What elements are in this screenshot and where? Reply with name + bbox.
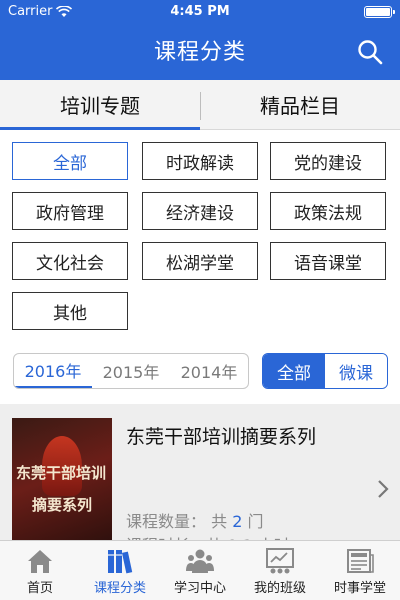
tabbar-item-course-category[interactable]: 课程分类 [80, 541, 160, 600]
course-count: 课程数量： 共 2 门 [126, 508, 264, 532]
topic-chip-songhu[interactable]: 松湖学堂 [142, 242, 258, 280]
course-item[interactable]: 东莞干部培训 摘要系列 东莞干部培训摘要系列 课程数量： 共 2 门 课程时长：… [0, 404, 400, 540]
search-icon[interactable] [356, 38, 384, 66]
books-icon [108, 550, 133, 574]
newspaper-icon [347, 549, 374, 573]
course-title: 东莞干部培训摘要系列 [126, 426, 317, 448]
year-option-2014[interactable]: 2014年 [170, 354, 248, 388]
thumbnail-text-line1: 东莞干部培训 [16, 464, 107, 482]
topic-chip-audio[interactable]: 语音课堂 [270, 242, 386, 280]
type-option-all[interactable]: 全部 [263, 354, 325, 388]
tab-featured-columns[interactable]: 精品栏目 [200, 80, 400, 129]
tabbar-item-current-affairs[interactable]: 时事学堂 [320, 541, 400, 600]
page-title: 课程分类 [153, 40, 246, 65]
battery-icon [364, 6, 395, 18]
topic-chip-culture[interactable]: 文化社会 [12, 242, 128, 280]
topic-chip-all[interactable]: 全部 [12, 142, 128, 180]
chevron-right-icon [378, 480, 389, 498]
status-bar: Carrier 4:45 PM [0, 0, 400, 24]
tab-training-topics[interactable]: 培训专题 [0, 80, 200, 130]
home-icon [28, 550, 52, 573]
tabbar-label-my-class: 我的班级 [253, 581, 306, 596]
topic-chip-party-building[interactable]: 党的建设 [270, 142, 386, 180]
course-count-label: 课程数量： [126, 512, 207, 531]
app-header: Carrier 4:45 PM 课程分类 [0, 0, 400, 80]
year-filter: 2016年 2015年 2014年 [13, 353, 249, 389]
topic-chip-economy[interactable]: 经济建设 [142, 192, 258, 230]
year-option-2016[interactable]: 2016年 [14, 354, 92, 388]
type-option-micro[interactable]: 微课 [325, 354, 387, 388]
tabbar-item-my-class[interactable]: 我的班级 [240, 541, 320, 600]
course-count-prefix: 共 [211, 512, 228, 531]
status-time: 4:45 PM [170, 4, 230, 19]
year-option-2015[interactable]: 2015年 [92, 354, 170, 388]
topic-chip-policy-law[interactable]: 政策法规 [270, 192, 386, 230]
type-filter: 全部 微课 [262, 353, 388, 389]
course-count-value: 2 [232, 512, 243, 531]
course-duration: 课程时长：共 0.1 小时 [126, 532, 290, 540]
tabbar-item-learning-center[interactable]: 学习中心 [160, 541, 240, 600]
tabbar-label-current-affairs: 时事学堂 [333, 581, 386, 596]
bottom-tab-bar: 首页 课程分类 学习中心 我的班级 时事学堂 [0, 540, 400, 600]
tabbar-label-course-category: 课程分类 [93, 581, 146, 596]
topic-chip-politics[interactable]: 时政解读 [142, 142, 258, 180]
course-list: 东莞干部培训 摘要系列 东莞干部培训摘要系列 课程数量： 共 2 门 课程时长：… [0, 404, 400, 540]
class-board-icon [266, 548, 294, 574]
tabbar-label-home: 首页 [26, 581, 53, 596]
course-count-unit: 门 [247, 512, 264, 531]
tabbar-label-learning-center: 学习中心 [173, 581, 226, 596]
thumbnail-text-line2: 摘要系列 [32, 496, 93, 514]
people-icon [186, 549, 214, 573]
tab-divider [200, 92, 201, 120]
topic-chip-other[interactable]: 其他 [12, 292, 128, 330]
tabbar-item-home[interactable]: 首页 [0, 541, 80, 600]
course-thumbnail: 东莞干部培训 摘要系列 [12, 418, 112, 540]
topic-chip-government[interactable]: 政府管理 [12, 192, 128, 230]
